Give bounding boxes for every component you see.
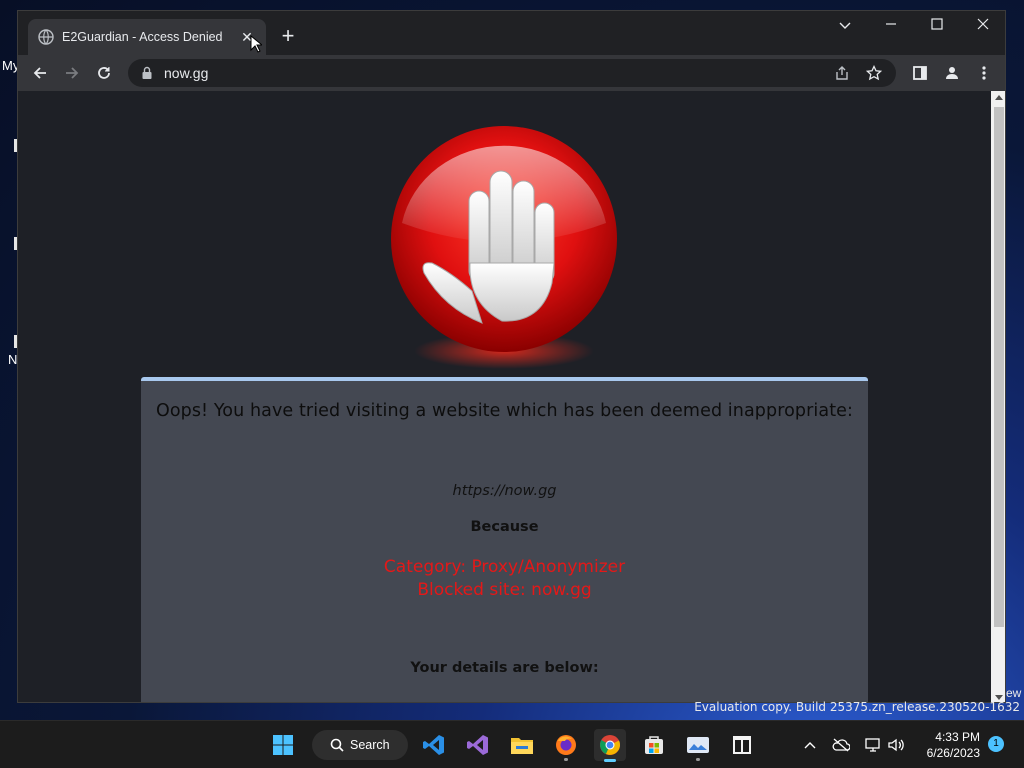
blocked-site: Blocked site: now.gg — [417, 580, 592, 600]
running-indicator — [564, 758, 568, 761]
blocked-url: https://now.gg — [452, 483, 557, 499]
tab-search-chevron-icon[interactable] — [830, 17, 860, 33]
new-tab-icon[interactable]: + — [276, 25, 300, 47]
search-label: Search — [350, 738, 390, 752]
block-category: Category: Proxy/Anonymizer — [383, 557, 626, 577]
onedrive-offline-icon[interactable] — [831, 735, 851, 755]
desktop-icon-label-n[interactable]: N — [8, 352, 17, 367]
taskbar-clock[interactable]: 4:33 PM 6/26/2023 — [910, 729, 980, 761]
globe-icon — [38, 29, 54, 45]
network-icon[interactable] — [863, 735, 883, 755]
vscode-icon[interactable] — [418, 729, 450, 761]
share-icon[interactable] — [832, 63, 852, 83]
minimize-icon[interactable] — [876, 17, 906, 33]
volume-icon[interactable] — [886, 735, 906, 755]
tab-strip: E2Guardian - Access Denied ✕ + — [18, 11, 1005, 55]
close-window-icon[interactable] — [968, 17, 998, 33]
page-scrollbar[interactable] — [991, 91, 1005, 702]
tab-access-denied[interactable]: E2Guardian - Access Denied ✕ — [28, 19, 266, 55]
file-explorer-icon[interactable] — [506, 729, 538, 761]
stop-hand-icon — [391, 126, 617, 369]
block-message-panel: Oops! You have tried visiting a website … — [141, 377, 868, 702]
reload-icon[interactable] — [92, 61, 116, 85]
because-label: Because — [470, 519, 539, 535]
mouse-cursor-icon — [250, 35, 262, 53]
photos-icon[interactable] — [682, 729, 714, 761]
taskbar: Search 4:33 PM 6/26/2023 1 — [0, 720, 1024, 768]
tab-title: E2Guardian - Access Denied — [62, 30, 223, 44]
maximize-icon[interactable] — [922, 17, 952, 33]
taskbar-search[interactable]: Search — [312, 730, 408, 760]
chrome-icon[interactable] — [594, 729, 626, 762]
page-viewport: Oops! You have tried visiting a website … — [18, 91, 991, 702]
side-panel-icon[interactable] — [908, 61, 932, 85]
bookmark-star-icon[interactable] — [864, 63, 884, 83]
browser-window: E2Guardian - Access Denied ✕ + now.gg Oo… — [17, 10, 1006, 703]
firefox-icon[interactable] — [550, 729, 582, 761]
search-icon — [330, 738, 344, 752]
clock-time: 4:33 PM — [935, 730, 980, 744]
microsoft-store-icon[interactable] — [638, 729, 670, 761]
start-button[interactable] — [267, 729, 299, 761]
clock-date: 6/26/2023 — [926, 746, 980, 760]
menu-kebab-icon[interactable] — [972, 61, 996, 85]
block-reason: Category: Proxy/Anonymizer Blocked site:… — [141, 556, 868, 602]
notification-badge[interactable]: 1 — [988, 736, 1004, 752]
scroll-thumb[interactable] — [994, 107, 1004, 627]
block-heading: Oops! You have tried visiting a website … — [155, 401, 854, 421]
scroll-up-arrow-icon[interactable] — [995, 95, 1003, 100]
lock-icon — [142, 66, 152, 79]
active-indicator — [604, 759, 616, 762]
address-bar[interactable]: now.gg — [128, 59, 896, 87]
windows-logo-icon — [273, 735, 293, 755]
profile-icon[interactable] — [940, 61, 964, 85]
browser-toolbar: now.gg — [18, 55, 1005, 91]
back-arrow-icon[interactable] — [28, 61, 52, 85]
url-text[interactable]: now.gg — [164, 65, 820, 81]
forward-arrow-icon[interactable] — [60, 61, 84, 85]
running-indicator — [696, 758, 700, 761]
details-heading: Your details are below: — [410, 660, 599, 676]
show-hidden-icons-chevron-icon[interactable] — [800, 735, 820, 755]
window-app-icon[interactable] — [726, 729, 758, 761]
visual-studio-icon[interactable] — [462, 729, 494, 761]
evaluation-watermark: Evaluation copy. Build 25375.zn_release.… — [694, 700, 1020, 714]
desktop-edge-text: ew — [1006, 686, 1022, 700]
